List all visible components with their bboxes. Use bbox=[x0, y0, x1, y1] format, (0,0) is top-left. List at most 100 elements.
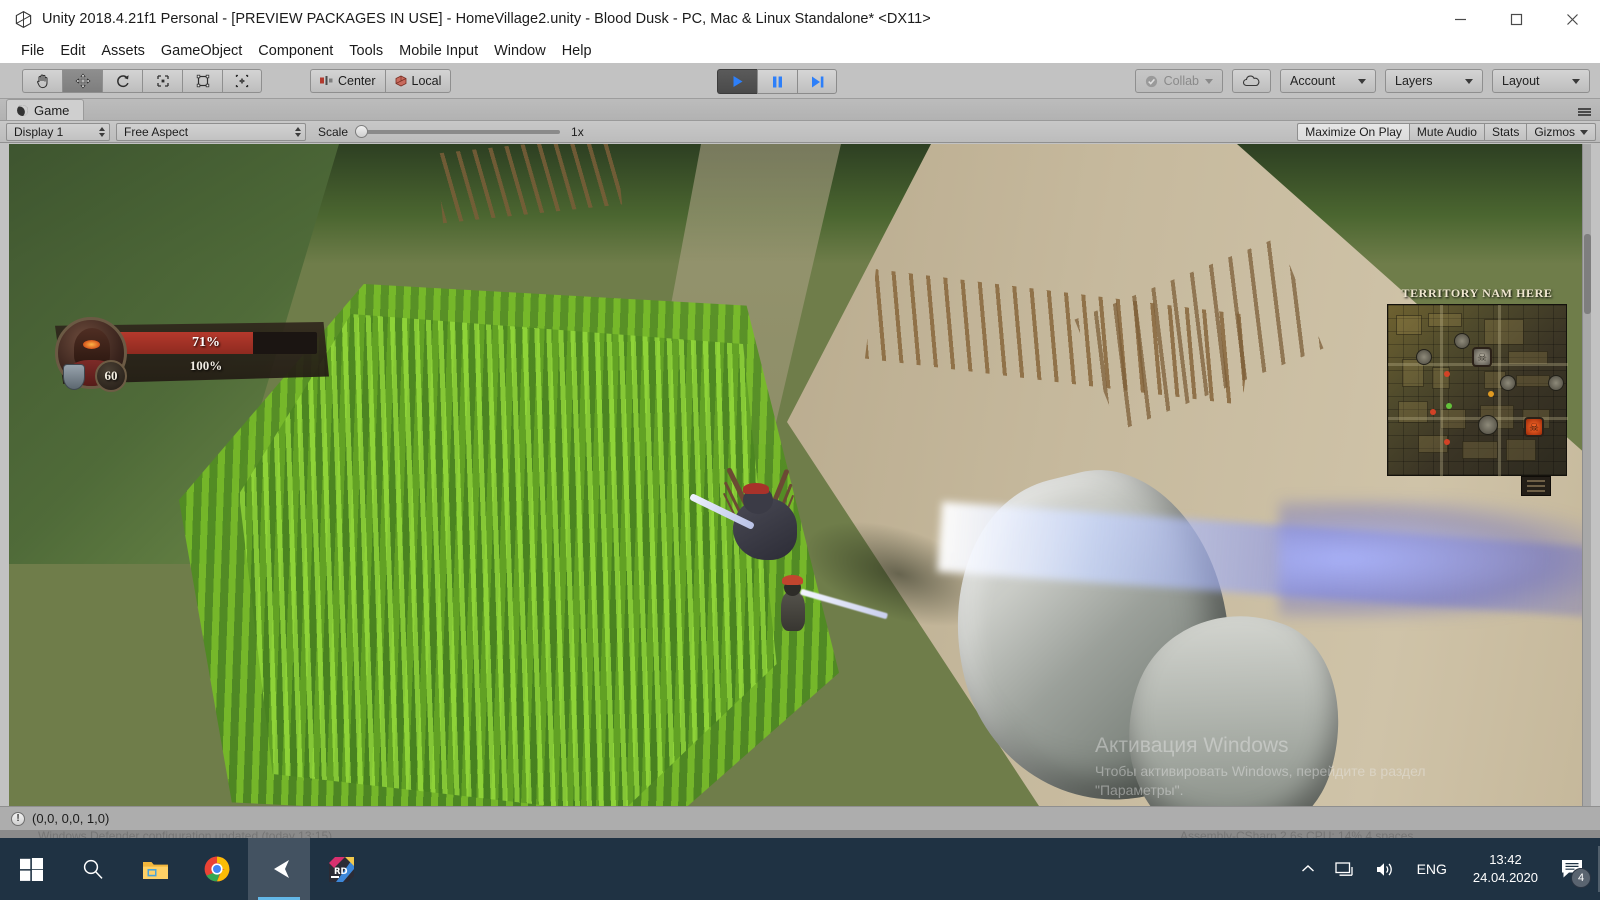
rotate-tool-button[interactable] bbox=[102, 68, 142, 93]
chrome-button[interactable] bbox=[186, 838, 248, 900]
chevron-down-icon bbox=[1465, 78, 1473, 84]
account-label: Account bbox=[1290, 74, 1336, 88]
play-button[interactable] bbox=[717, 69, 757, 94]
close-button[interactable] bbox=[1544, 0, 1600, 38]
minimap-menu-tab[interactable] bbox=[1521, 476, 1551, 496]
panel-context-menu-icon[interactable] bbox=[1578, 108, 1591, 116]
scale-slider-track bbox=[355, 129, 561, 134]
menu-file[interactable]: File bbox=[13, 41, 52, 61]
collab-label: Collab bbox=[1163, 74, 1199, 88]
layout-button[interactable]: Layout bbox=[1492, 69, 1590, 93]
game-view-icon bbox=[15, 102, 30, 118]
services-cloud-button[interactable] bbox=[1232, 69, 1271, 93]
step-button[interactable] bbox=[797, 69, 837, 94]
scale-slider-handle[interactable] bbox=[355, 125, 369, 138]
rider-taskbar-button[interactable]: RD bbox=[310, 838, 372, 900]
aspect-dropdown[interactable]: Free Aspect bbox=[116, 122, 306, 141]
chevron-down-icon bbox=[1580, 129, 1588, 135]
player-character[interactable] bbox=[769, 569, 889, 647]
minimap-skull-neutral: ☠ bbox=[1472, 347, 1492, 367]
chevron-down-icon bbox=[1205, 78, 1213, 84]
scrollbar-thumb[interactable] bbox=[1584, 234, 1591, 314]
stats-button[interactable]: Stats bbox=[1483, 123, 1527, 141]
aspect-label: Free Aspect bbox=[124, 124, 189, 139]
chevron-updown-icon bbox=[295, 126, 301, 137]
unity-toolbar: Center Local Collab Account Layers Layou… bbox=[0, 63, 1600, 99]
tab-game[interactable]: Game bbox=[6, 99, 85, 120]
unity-logo-icon bbox=[14, 10, 33, 29]
layout-label: Layout bbox=[1502, 74, 1540, 88]
move-tool-button[interactable] bbox=[62, 68, 102, 93]
window-title-bar: Unity 2018.4.21f1 Personal - [PREVIEW PA… bbox=[0, 0, 1600, 38]
chevron-down-icon bbox=[1358, 78, 1366, 84]
pause-button[interactable] bbox=[757, 69, 797, 94]
game-view-scrollbar[interactable] bbox=[1582, 144, 1591, 806]
player-helm bbox=[782, 575, 803, 585]
menu-assets[interactable]: Assets bbox=[93, 41, 153, 61]
mute-audio-label: Mute Audio bbox=[1416, 125, 1477, 139]
magic-beam-glow bbox=[1279, 499, 1591, 619]
rect-tool-button[interactable] bbox=[182, 68, 222, 93]
system-tray: ENG 13:42 24.04.2020 4 bbox=[1291, 838, 1600, 900]
transform-tool-button[interactable] bbox=[222, 68, 262, 93]
gizmos-button[interactable]: Gizmos bbox=[1526, 123, 1596, 141]
pivot-mode-button[interactable]: Center bbox=[310, 68, 385, 93]
stats-label: Stats bbox=[1491, 125, 1520, 139]
file-explorer-button[interactable] bbox=[124, 838, 186, 900]
notification-center-button[interactable]: 4 bbox=[1552, 838, 1600, 900]
scale-label: Scale bbox=[318, 124, 349, 139]
display-dropdown[interactable]: Display 1 bbox=[6, 122, 110, 141]
gizmos-label: Gizmos bbox=[1534, 125, 1575, 139]
scale-tool-button[interactable] bbox=[142, 68, 182, 93]
maximize-button[interactable] bbox=[1488, 0, 1544, 38]
status-message: (0,0, 0,0, 1,0) bbox=[32, 811, 110, 826]
account-button[interactable]: Account bbox=[1280, 69, 1376, 93]
player-level-badge: 60 bbox=[95, 360, 127, 392]
menu-help[interactable]: Help bbox=[554, 41, 600, 61]
svg-text:RD: RD bbox=[334, 867, 348, 877]
portrait-eye-glow bbox=[83, 340, 100, 349]
maximize-on-play-button[interactable]: Maximize On Play bbox=[1297, 123, 1409, 141]
minimap-canvas[interactable]: ☠ ☠ bbox=[1387, 304, 1568, 477]
minimap-skull-boss: ☠ bbox=[1524, 417, 1544, 437]
search-button[interactable] bbox=[62, 838, 124, 900]
title-left: Unity 2018.4.21f1 Personal - [PREVIEW PA… bbox=[0, 10, 1432, 29]
unity-taskbar-button[interactable] bbox=[248, 838, 310, 900]
game-view-right-controls: Maximize On Play Mute Audio Stats Gizmos bbox=[1297, 123, 1596, 141]
menu-mobile-input[interactable]: Mobile Input bbox=[391, 41, 486, 61]
hud-minimap[interactable]: TERRITORY NAM HERE ☠ ☠ bbox=[1387, 286, 1568, 496]
mute-audio-button[interactable]: Mute Audio bbox=[1408, 123, 1484, 141]
unity-status-bar[interactable]: ! (0,0, 0,0, 1,0) bbox=[0, 806, 1600, 830]
health-percent-label: 71% bbox=[192, 335, 220, 350]
collab-button[interactable]: Collab bbox=[1134, 69, 1223, 93]
language-indicator[interactable]: ENG bbox=[1405, 861, 1459, 877]
network-icon[interactable] bbox=[1325, 838, 1365, 900]
menu-edit[interactable]: Edit bbox=[52, 41, 93, 61]
transform-tool-group bbox=[22, 68, 262, 93]
menu-window[interactable]: Window bbox=[486, 41, 554, 61]
menu-tools[interactable]: Tools bbox=[341, 41, 391, 61]
notification-badge: 4 bbox=[1571, 868, 1591, 888]
pivot-rotation-button[interactable]: Local bbox=[384, 68, 452, 93]
start-button[interactable] bbox=[0, 838, 62, 900]
scale-value: 1x bbox=[571, 124, 584, 139]
volume-icon[interactable] bbox=[1365, 838, 1405, 900]
pivot-mode-label: Center bbox=[338, 73, 376, 88]
clock[interactable]: 13:42 24.04.2020 bbox=[1459, 838, 1552, 900]
shield-icon bbox=[63, 364, 85, 390]
game-view-render[interactable]: 71% 100% 60 TERRITORY NAM HERE ☠ ☠ Актив… bbox=[9, 144, 1591, 806]
show-hidden-icons-button[interactable] bbox=[1291, 838, 1325, 900]
game-view-toolbar: Display 1 Free Aspect Scale 1x Maximize … bbox=[0, 121, 1600, 143]
hand-tool-button[interactable] bbox=[22, 68, 62, 93]
hud-health-widget: 71% 100% 60 bbox=[29, 312, 329, 402]
layers-button[interactable]: Layers bbox=[1385, 69, 1483, 93]
unity-editor-window: Unity 2018.4.21f1 Personal - [PREVIEW PA… bbox=[0, 0, 1600, 900]
window-title-text: Unity 2018.4.21f1 Personal - [PREVIEW PA… bbox=[42, 11, 931, 27]
scale-slider[interactable] bbox=[355, 123, 561, 141]
window-controls bbox=[1432, 0, 1600, 38]
menu-component[interactable]: Component bbox=[250, 41, 341, 61]
minimap-marker-enemy bbox=[1444, 439, 1450, 445]
menu-gameobject[interactable]: GameObject bbox=[153, 41, 250, 61]
play-controls bbox=[717, 69, 837, 94]
minimize-button[interactable] bbox=[1432, 0, 1488, 38]
